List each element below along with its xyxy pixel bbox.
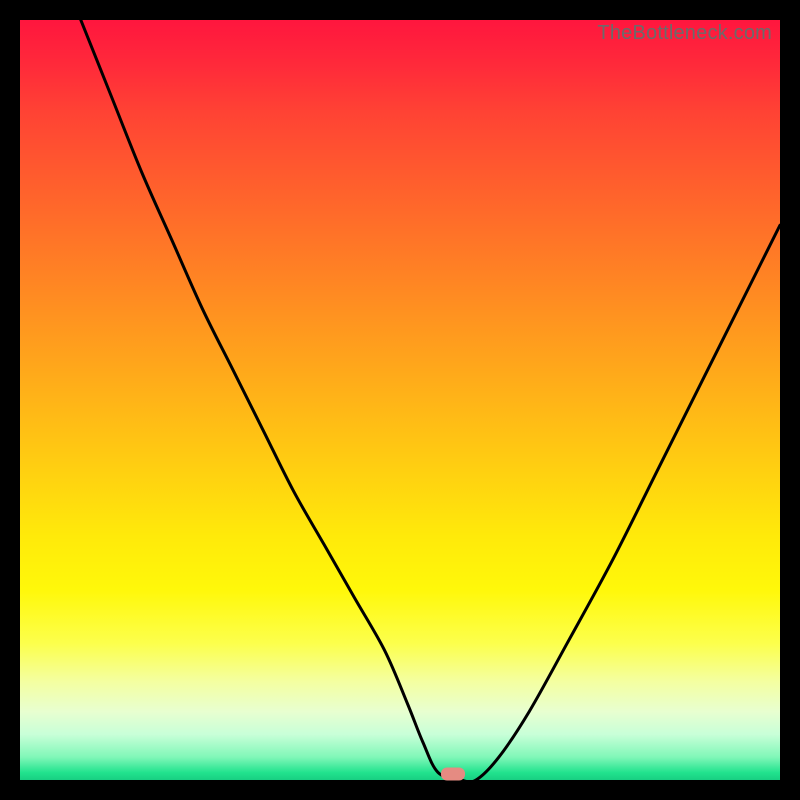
watermark-text: TheBottleneck.com xyxy=(597,22,772,45)
curve-path xyxy=(81,20,780,780)
optimal-marker xyxy=(441,767,465,780)
chart-frame: TheBottleneck.com xyxy=(0,0,800,800)
bottleneck-curve xyxy=(20,20,780,780)
plot-area: TheBottleneck.com xyxy=(20,20,780,780)
